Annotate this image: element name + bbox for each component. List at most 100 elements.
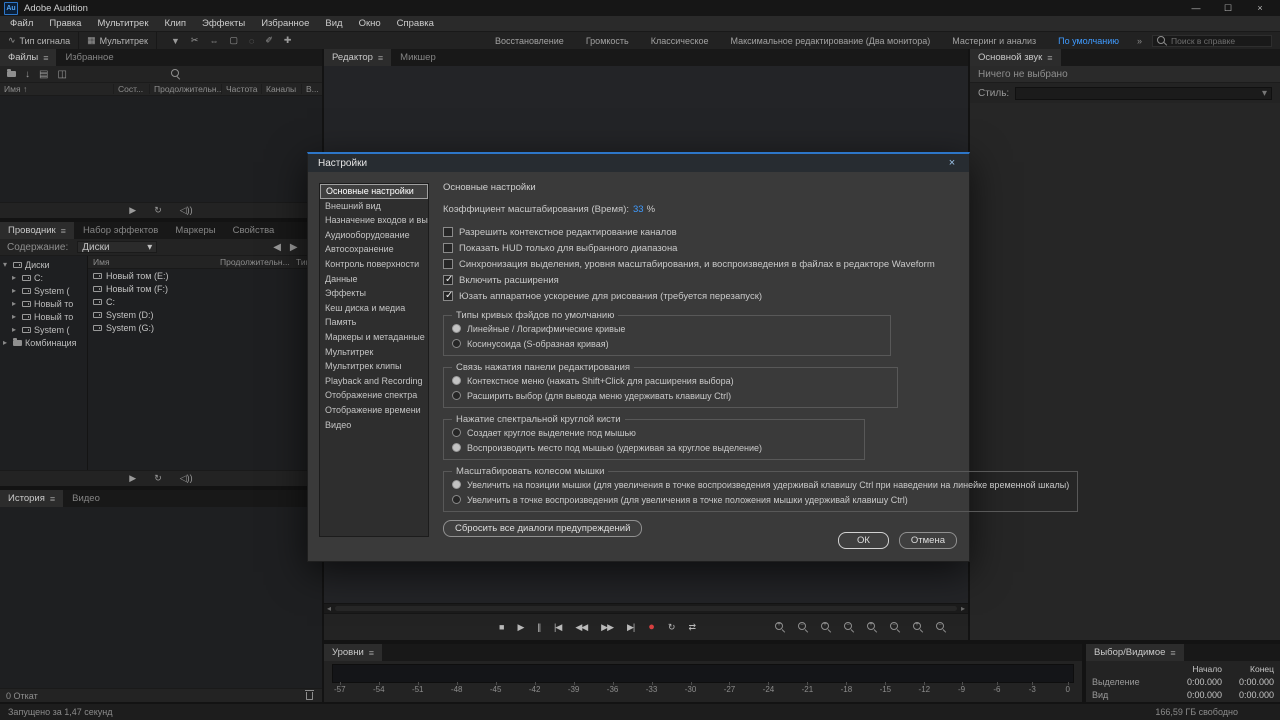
column-duration[interactable]: Продолжительн... <box>220 257 296 267</box>
checkbox-option[interactable]: Включить расширения <box>443 272 959 288</box>
panel-menu-icon[interactable]: ≡ <box>1047 53 1052 63</box>
category-item[interactable]: Контроль поверхности <box>320 257 428 272</box>
tab-files[interactable]: Файлы ≡ <box>0 49 56 66</box>
skip-selection-button[interactable]: ⇄ <box>688 622 695 633</box>
drive-list-item[interactable]: Новый том (F:) <box>88 282 322 295</box>
pause-button[interactable]: || <box>537 622 540 632</box>
zoom-tool-icon[interactable]: + <box>867 622 877 632</box>
category-item[interactable]: Данные <box>320 272 428 287</box>
panel-menu-icon[interactable]: ≡ <box>43 53 48 63</box>
maximize-button[interactable]: ☐ <box>1212 0 1244 16</box>
tab-editor[interactable]: Редактор ≡ <box>324 49 391 66</box>
files-search-icon[interactable] <box>171 69 181 79</box>
expand-icon[interactable]: ▾ <box>3 260 10 269</box>
loop-icon[interactable]: ↻ <box>154 205 162 216</box>
fast-forward-button[interactable]: ▶▶ <box>601 622 613 633</box>
radio-option[interactable]: Воспроизводить место под мышью (удержива… <box>452 440 856 455</box>
auto-play-speaker-icon[interactable]: ◁)) <box>180 205 193 216</box>
minimize-button[interactable]: — <box>1180 0 1212 16</box>
trash-icon[interactable] <box>306 692 313 700</box>
category-item[interactable]: Основные настройки <box>320 184 428 199</box>
selection-start-value[interactable]: 0:00.000 <box>1170 677 1222 687</box>
tool-icon[interactable]: ▼ <box>171 36 180 46</box>
auto-play-speaker-icon[interactable]: ◁)) <box>180 473 193 484</box>
category-item[interactable]: Отображение спектра <box>320 388 428 403</box>
tree-item-drive[interactable]: ▸ Новый то <box>0 310 87 323</box>
column-channels[interactable]: Каналы <box>262 84 302 94</box>
tab-selection-view[interactable]: Выбор/Видимое ≡ <box>1086 644 1184 661</box>
column-samplerate[interactable]: Частота <box>222 84 262 94</box>
selection-end-value[interactable]: 0:00.000 <box>1222 677 1274 687</box>
stop-button[interactable]: ■ <box>499 622 503 632</box>
scroll-right-icon[interactable]: ▸ <box>961 604 965 613</box>
zoom-tool-icon[interactable]: − <box>798 622 808 632</box>
back-icon[interactable]: ◀ <box>273 242 281 253</box>
category-item[interactable]: Назначение входов и выходов <box>320 213 428 228</box>
tab-history[interactable]: История ≡ <box>0 490 63 507</box>
drive-list-item[interactable]: System (D:) <box>88 308 322 321</box>
tab-favorites[interactable]: Избранное <box>57 49 121 66</box>
collapse-icon[interactable]: ▸ <box>12 286 19 295</box>
tool-icon[interactable]: ✐ <box>265 35 273 46</box>
menu-item[interactable]: Избранное <box>253 16 317 32</box>
zoom-tool-icon[interactable]: + <box>913 622 923 632</box>
menu-item[interactable]: Эффекты <box>194 16 253 32</box>
dialog-titlebar[interactable]: Настройки × <box>308 154 969 172</box>
tool-icon[interactable]: ✂ <box>191 35 199 46</box>
tab-markers[interactable]: Маркеры <box>167 222 223 239</box>
menu-item[interactable]: Мультитрек <box>89 16 156 32</box>
collapse-icon[interactable]: ▸ <box>12 273 19 282</box>
radio-option[interactable]: Увеличить на позиции мышки (для увеличен… <box>452 477 1069 492</box>
column-bitdepth[interactable]: В... <box>302 84 322 94</box>
style-dropdown[interactable]: ▾ <box>1015 87 1272 100</box>
panel-menu-icon[interactable]: ≡ <box>50 494 55 504</box>
workspace-button[interactable]: Восстановление <box>495 36 564 46</box>
dialog-close-button[interactable]: × <box>945 157 959 169</box>
zoom-tool-icon[interactable]: + <box>821 622 831 632</box>
horizontal-scrollbar[interactable] <box>335 606 957 611</box>
menu-item[interactable]: Правка <box>41 16 89 32</box>
checkbox-option[interactable]: Показать HUD только для выбранного диапа… <box>443 240 959 256</box>
close-button[interactable]: × <box>1244 0 1276 16</box>
cancel-button[interactable]: Отмена <box>899 532 957 549</box>
tab-levels[interactable]: Уровни ≡ <box>324 644 382 661</box>
category-item[interactable]: Память <box>320 315 428 330</box>
category-item[interactable]: Отображение времени <box>320 403 428 418</box>
level-meter[interactable] <box>332 664 1074 683</box>
files-list[interactable] <box>0 96 322 202</box>
radio-option[interactable]: Линейные / Логарифмические кривые <box>452 321 882 336</box>
tool-icon[interactable]: ⇔ <box>209 36 218 46</box>
rewind-button[interactable]: ◀◀ <box>575 622 587 633</box>
play-button[interactable]: ▶ <box>517 622 523 633</box>
menu-item[interactable]: Окно <box>351 16 389 32</box>
tool-icon[interactable]: ◌ <box>249 36 254 46</box>
menu-item[interactable]: Справка <box>389 16 442 32</box>
radio-option[interactable]: Расширить выбор (для вывода меню удержив… <box>452 388 889 403</box>
panel-menu-icon[interactable]: ≡ <box>61 226 66 236</box>
category-item[interactable]: Автосохранение <box>320 242 428 257</box>
collapse-icon[interactable]: ▸ <box>12 325 19 334</box>
scroll-left-icon[interactable]: ◂ <box>327 604 331 613</box>
zoom-tool-icon[interactable]: − <box>844 622 854 632</box>
workspace-button[interactable]: Максимальное редактирование (Два монитор… <box>731 36 931 46</box>
column-name[interactable]: Имя <box>88 257 220 267</box>
panel-menu-icon[interactable]: ≡ <box>1170 648 1175 658</box>
column-status[interactable]: Сост... <box>114 84 150 94</box>
menu-item[interactable]: Клип <box>157 16 195 32</box>
multitrack-view-button[interactable]: ▦ Мультитрек <box>79 32 157 49</box>
tab-essential-sound[interactable]: Основной звук ≡ <box>970 49 1061 66</box>
content-dropdown[interactable]: Диски ▾ <box>77 241 157 253</box>
menu-item[interactable]: Файл <box>2 16 41 32</box>
reset-warning-dialogs-button[interactable]: Сбросить все диалоги предупреждений <box>443 520 642 537</box>
panel-menu-icon[interactable]: ≡ <box>378 53 383 63</box>
zoom-tool-icon[interactable]: − <box>890 622 900 632</box>
loop-icon[interactable]: ↻ <box>154 473 162 484</box>
drive-list-item[interactable]: Новый том (E:) <box>88 269 322 282</box>
tree-item-drive[interactable]: ▸ System ( <box>0 323 87 336</box>
drive-list-item[interactable]: System (G:) <box>88 321 322 334</box>
category-item[interactable]: Мультитрек <box>320 345 428 360</box>
panel-menu-icon[interactable]: ≡ <box>369 648 374 658</box>
open-file-icon[interactable] <box>7 71 16 77</box>
checkbox-option[interactable]: Разрешить контекстное редактирование кан… <box>443 224 959 240</box>
help-search[interactable] <box>1152 35 1272 47</box>
